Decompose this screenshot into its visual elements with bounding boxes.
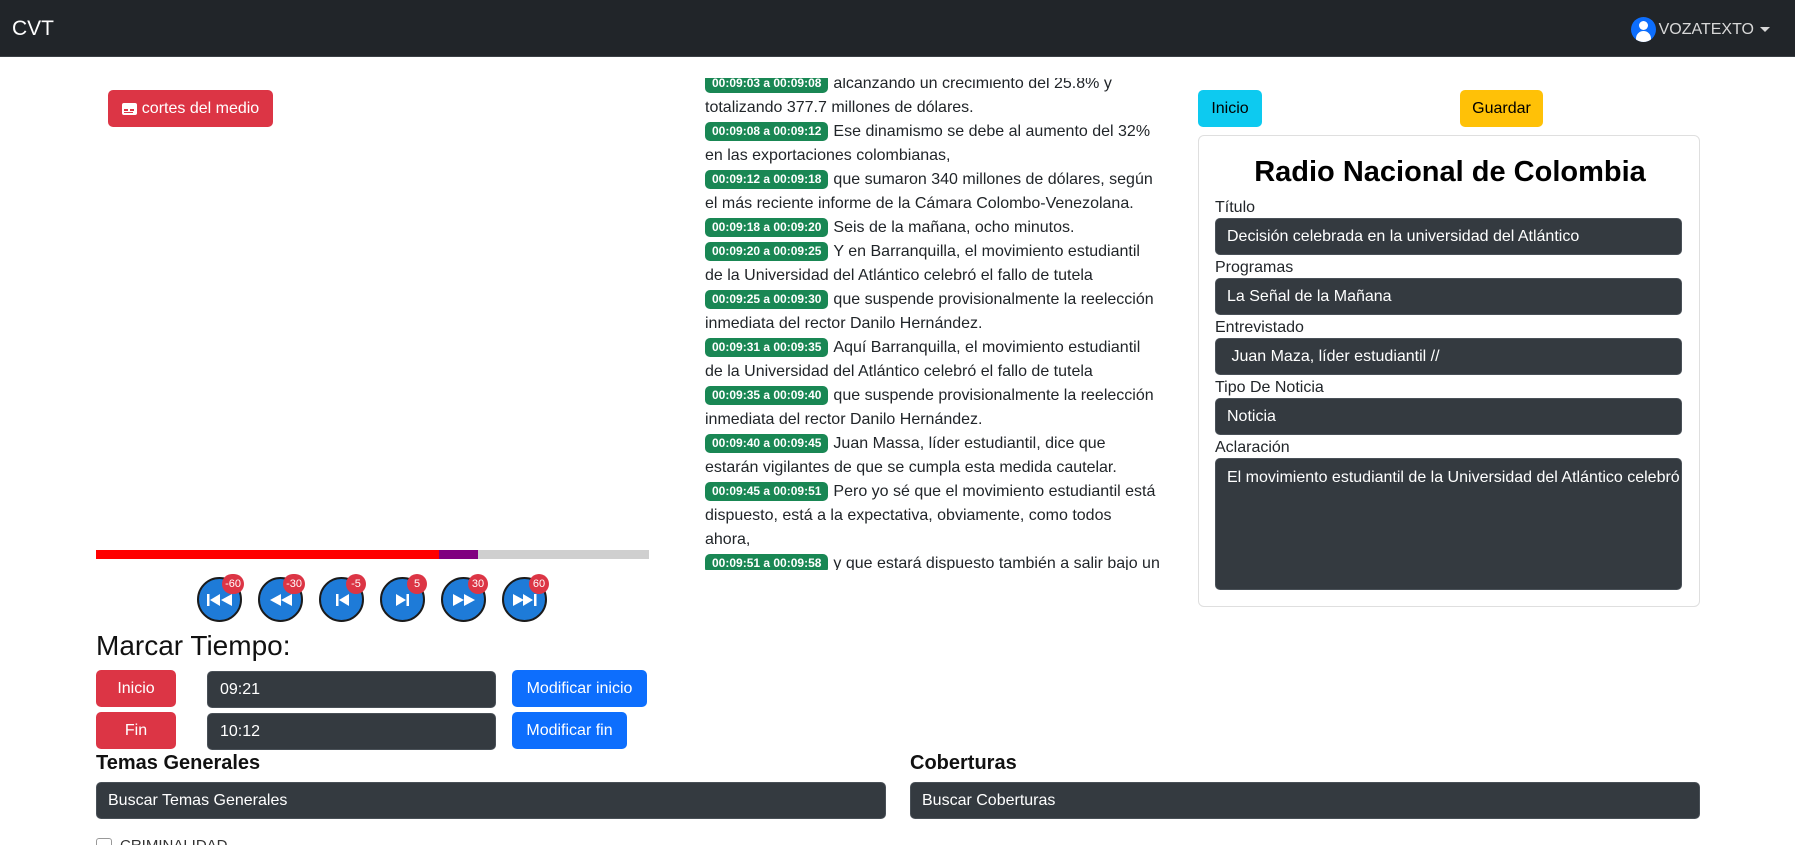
medio-title: Radio Nacional de Colombia xyxy=(1254,156,1646,188)
transcript-segment: 00:09:18 a 00:09:20 Seis de la mañana, oc… xyxy=(705,216,1160,240)
timestamp-badge[interactable]: 00:09:25 a 00:09:30 xyxy=(705,290,829,309)
titulo-label: Título xyxy=(1215,199,1256,216)
rewind-5-button[interactable]: -5 xyxy=(319,574,366,622)
rewind-60-button[interactable]: -60 xyxy=(197,574,244,622)
transcript-segment: 00:09:12 a 00:09:18 que sumaron 340 millo… xyxy=(705,168,1160,216)
marcar-tiempo-heading: Marcar Tiempo: xyxy=(96,630,291,661)
cortes-del-medio-button[interactable]: cortes del medio xyxy=(108,90,273,127)
inicio-time-input[interactable] xyxy=(207,671,496,708)
transcript-segment: 00:09:20 a 00:09:25 Y en Barranquilla, el… xyxy=(705,240,1160,288)
tema-option-label: CRIMINALIDAD xyxy=(120,837,228,845)
transcript-segment: 00:09:25 a 00:09:30 que suspende provisio… xyxy=(705,288,1160,336)
marcar-inicio-button[interactable]: Inicio xyxy=(96,670,176,707)
temas-generales-heading: Temas Generales xyxy=(96,752,261,774)
timestamp-badge[interactable]: 00:09:12 a 00:09:18 xyxy=(705,170,829,189)
transcript-segment: 00:09:51 a 00:09:58 y que estará dispuest… xyxy=(705,552,1160,570)
coberturas-heading: Coberturas xyxy=(910,752,1017,774)
forward-60-button[interactable]: 60 xyxy=(502,574,549,622)
audio-progress-bar[interactable] xyxy=(96,550,649,559)
brand-logo[interactable]: CVT xyxy=(12,17,54,41)
caret-down-icon xyxy=(1760,27,1770,32)
guardar-button[interactable]: Guardar xyxy=(1460,90,1543,127)
timestamp-badge[interactable]: 00:09:31 a 00:09:35 xyxy=(705,338,829,357)
programas-input[interactable] xyxy=(1215,278,1682,315)
timestamp-badge[interactable]: 00:09:51 a 00:09:58 xyxy=(705,554,829,570)
timestamp-badge[interactable]: 00:09:35 a 00:09:40 xyxy=(705,386,829,405)
fin-time-input[interactable] xyxy=(207,713,496,750)
timestamp-badge[interactable]: 00:09:18 a 00:09:20 xyxy=(705,218,829,237)
transcript-segment: 00:09:08 a 00:09:12 Ese dinamismo se debe… xyxy=(705,120,1160,168)
transcript-segment: 00:09:40 a 00:09:45 Juan Massa, líder est… xyxy=(705,432,1160,480)
timestamp-badge[interactable]: 00:09:40 a 00:09:45 xyxy=(705,434,829,453)
modificar-fin-button[interactable]: Modificar fin xyxy=(512,712,627,749)
titulo-input[interactable] xyxy=(1215,218,1682,255)
transcript-list: 00:09:03 a 00:09:08 alcanzando un crecimi… xyxy=(705,78,1160,570)
entrevistado-input[interactable] xyxy=(1215,338,1682,375)
user-name: VOZATEXTO xyxy=(1658,20,1754,38)
aclaracion-textarea[interactable]: El movimiento estudiantil de la Universi… xyxy=(1215,458,1682,590)
timestamp-badge[interactable]: 00:09:20 a 00:09:25 xyxy=(705,242,829,261)
top-navbar: CVT VOZATEXTO xyxy=(0,0,1795,57)
transcript-segment: 00:09:31 a 00:09:35 Aquí Barranquilla, el… xyxy=(705,336,1160,384)
seek-amount-badge: -30 xyxy=(283,574,305,594)
selected-segment-fill xyxy=(438,550,478,559)
seek-amount-badge: 5 xyxy=(407,574,427,594)
forward-30-button[interactable]: 30 xyxy=(441,574,488,622)
coberturas-search-input[interactable] xyxy=(910,782,1700,819)
tipo-noticia-label: Tipo De Noticia xyxy=(1215,379,1324,396)
rewind-icon xyxy=(267,592,295,608)
seek-amount-badge: 30 xyxy=(468,574,488,594)
tema-option-criminalidad[interactable]: CRIMINALIDAD xyxy=(96,837,228,845)
timestamp-badge[interactable]: 00:09:08 a 00:09:12 xyxy=(705,122,829,141)
fast-forward-icon xyxy=(450,592,478,608)
modificar-inicio-button[interactable]: Modificar inicio xyxy=(512,670,647,707)
marcar-fin-button[interactable]: Fin xyxy=(96,712,176,749)
user-avatar-icon xyxy=(1630,17,1656,42)
timestamp-badge[interactable]: 00:09:03 a 00:09:08 xyxy=(705,78,829,93)
timestamp-badge[interactable]: 00:09:45 a 00:09:51 xyxy=(705,482,829,501)
seek-amount-badge: -5 xyxy=(346,574,366,594)
tema-checkbox[interactable] xyxy=(96,837,112,845)
entrevistado-label: Entrevistado xyxy=(1215,319,1304,336)
skip-end-icon xyxy=(511,592,539,608)
skip-start-icon xyxy=(206,592,234,608)
transcript-text: Seis de la mañana, ocho minutos. xyxy=(833,219,1075,236)
aclaracion-label: Aclaración xyxy=(1215,439,1290,456)
transcript-panel[interactable]: 00:09:03 a 00:09:08 alcanzando un crecimi… xyxy=(705,78,1165,570)
user-menu-dropdown[interactable]: VOZATEXTO xyxy=(1630,17,1770,42)
tipo-noticia-input[interactable] xyxy=(1215,398,1682,435)
cortes-del-medio-label: cortes del medio xyxy=(141,99,260,117)
seek-amount-badge: 60 xyxy=(529,574,549,594)
step-back-icon xyxy=(328,592,356,608)
programas-label: Programas xyxy=(1215,259,1294,276)
rewind-30-button[interactable]: -30 xyxy=(258,574,305,622)
subtitles-icon xyxy=(121,102,137,115)
transcript-segment: 00:09:03 a 00:09:08 alcanzando un crecimi… xyxy=(705,78,1160,120)
seek-amount-badge: -60 xyxy=(222,574,244,594)
form-inicio-button[interactable]: Inicio xyxy=(1198,90,1262,127)
forward-5-button[interactable]: 5 xyxy=(380,574,427,622)
progress-played-fill xyxy=(96,550,439,559)
temas-generales-search-input[interactable] xyxy=(96,782,886,819)
news-form-card: Radio Nacional de Colombia Título Progra… xyxy=(1198,135,1700,607)
transcript-segment: 00:09:35 a 00:09:40 que suspende provisio… xyxy=(705,384,1160,432)
step-forward-icon xyxy=(389,592,417,608)
transcript-segment: 00:09:45 a 00:09:51 Pero yo sé que el mov… xyxy=(705,480,1160,552)
